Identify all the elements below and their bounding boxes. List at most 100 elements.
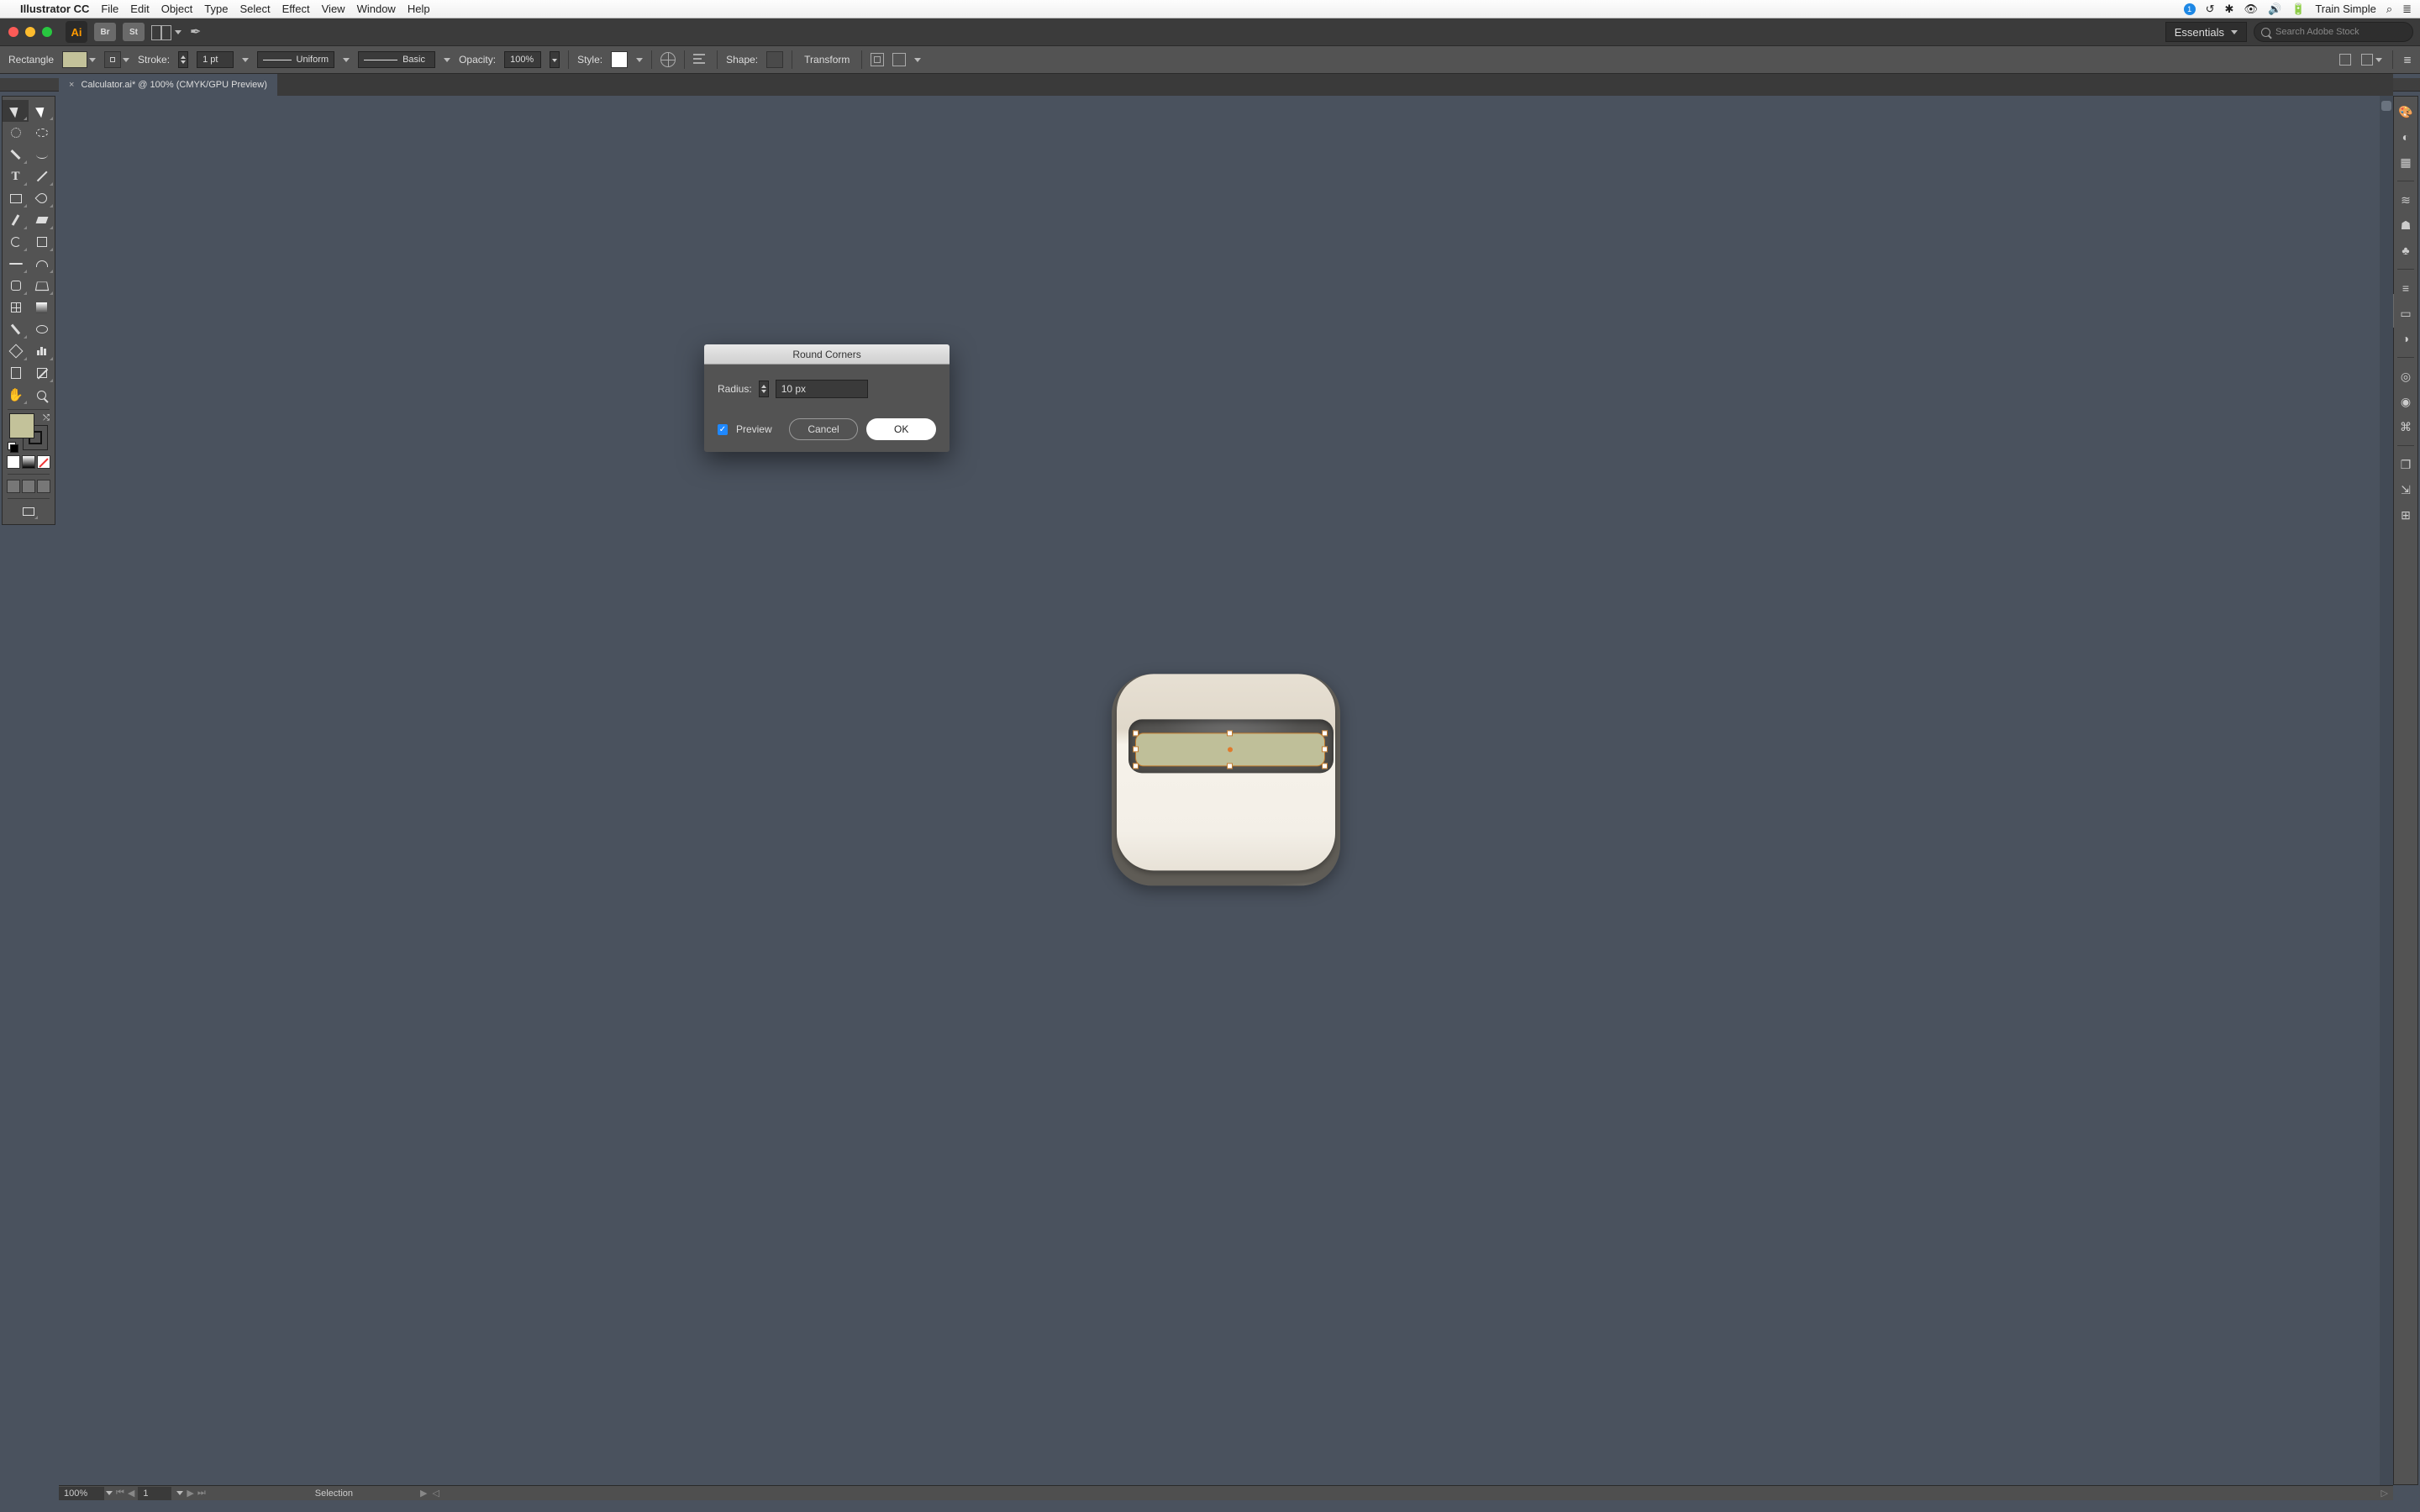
menu-edit[interactable]: Edit — [130, 3, 149, 15]
document-tab[interactable]: × Calculator.ai* @ 100% (CMYK/GPU Previe… — [59, 74, 277, 96]
opacity-field[interactable]: 100% — [504, 51, 541, 68]
pen-tool[interactable] — [3, 144, 29, 165]
lasso-tool[interactable] — [29, 122, 55, 144]
user-account[interactable]: Train Simple — [2315, 3, 2375, 15]
align-to-pixel-icon[interactable] — [2339, 54, 2351, 66]
pencil-tool[interactable] — [3, 209, 29, 231]
cc-sync-icon[interactable]: 1 — [2184, 3, 2196, 15]
bridge-button[interactable]: Br — [94, 23, 116, 41]
rectangle-tool[interactable] — [3, 187, 29, 209]
magic-wand-tool[interactable] — [3, 122, 29, 144]
gradient-tool[interactable] — [29, 297, 55, 318]
type-tool[interactable]: T — [3, 165, 29, 187]
menu-file[interactable]: File — [101, 3, 118, 15]
blend-tool[interactable] — [29, 318, 55, 340]
layers-panel-icon[interactable]: ❐ — [2397, 456, 2414, 473]
isolate-icon[interactable] — [871, 53, 884, 66]
curvature-tool[interactable] — [29, 144, 55, 165]
preview-label[interactable]: Preview — [736, 423, 772, 435]
stroke-swatch[interactable] — [104, 51, 121, 68]
brush-definition[interactable]: Basic — [358, 51, 435, 68]
clubs-panel-icon[interactable]: ♣ — [2397, 242, 2414, 259]
slice-tool[interactable] — [29, 362, 55, 384]
stroke-label[interactable]: Stroke: — [138, 54, 170, 66]
fill-color[interactable] — [9, 413, 34, 438]
arrange-documents[interactable] — [151, 25, 182, 39]
draw-behind-icon[interactable] — [22, 480, 35, 493]
menu-effect[interactable]: Effect — [282, 3, 310, 15]
gpu-icon[interactable]: ✒ — [190, 24, 201, 40]
brushes-panel-icon[interactable]: ≋ — [2397, 192, 2414, 208]
bluetooth-icon[interactable]: ✱ — [2225, 3, 2234, 16]
draw-normal-icon[interactable] — [7, 480, 20, 493]
swap-fill-stroke-icon[interactable]: ⤭ — [43, 413, 50, 423]
hand-tool[interactable]: ✋ — [3, 384, 29, 406]
default-fill-stroke-icon[interactable] — [8, 442, 16, 450]
fill-stroke-control[interactable]: ⤭ — [8, 413, 50, 450]
recolor-artwork-icon[interactable] — [660, 52, 676, 67]
shape-button[interactable]: Shape: — [726, 54, 758, 66]
width-tool[interactable] — [3, 253, 29, 275]
style-label[interactable]: Style: — [577, 54, 602, 66]
graphic-styles-panel-icon[interactable]: ◉ — [2397, 393, 2414, 410]
cc-libraries-panel-icon[interactable]: ⌘ — [2397, 418, 2414, 435]
gradient-mode-icon[interactable] — [22, 455, 35, 469]
artboard-number-field[interactable]: 1 — [138, 1487, 171, 1500]
asset-export-panel-icon[interactable]: ⇲ — [2397, 481, 2414, 498]
shape-props-icon[interactable] — [766, 51, 783, 68]
menu-window[interactable]: Window — [357, 3, 396, 15]
resize-handle[interactable] — [1133, 763, 1139, 769]
app-name[interactable]: Illustrator CC — [20, 3, 89, 15]
chevron-down-icon[interactable] — [106, 1491, 113, 1495]
radius-stepper[interactable] — [759, 381, 769, 397]
close-window[interactable] — [8, 27, 18, 37]
chevron-down-icon[interactable] — [636, 58, 643, 62]
menu-select[interactable]: Select — [239, 3, 270, 15]
free-transform-tool[interactable] — [29, 253, 55, 275]
direct-selection-tool[interactable] — [29, 100, 55, 122]
artboard-tool[interactable] — [3, 362, 29, 384]
symbol-sprayer-tool[interactable] — [3, 340, 29, 362]
minimize-window[interactable] — [25, 27, 35, 37]
resize-handle[interactable] — [1322, 730, 1328, 736]
resize-handle[interactable] — [1227, 730, 1233, 736]
chevron-down-icon[interactable] — [242, 58, 249, 62]
align-icon[interactable] — [693, 52, 708, 67]
appearance-panel-icon[interactable]: ◎ — [2397, 368, 2414, 385]
stock-button[interactable]: St — [123, 23, 145, 41]
resize-handle[interactable] — [1227, 763, 1233, 769]
edit-clip-icon[interactable] — [892, 53, 906, 66]
status-play-icon[interactable]: ▶ — [420, 1488, 427, 1499]
chevron-down-icon[interactable] — [176, 1491, 183, 1495]
eyedropper-tool[interactable] — [3, 318, 29, 340]
preview-checkbox[interactable]: ✓ — [718, 424, 728, 435]
line-segment-tool[interactable] — [29, 165, 55, 187]
first-artboard-icon[interactable]: ⏮ — [116, 1488, 124, 1499]
screen-mode-icon[interactable] — [18, 502, 39, 521]
chevron-down-icon[interactable] — [89, 58, 96, 62]
spotlight-icon[interactable]: ⌕ — [2386, 3, 2392, 16]
color-mode-icon[interactable] — [7, 455, 20, 469]
display-icon[interactable]: 👁 — [2244, 3, 2258, 16]
color-panel-icon[interactable]: 🎨 — [2397, 103, 2414, 120]
column-graph-tool[interactable] — [29, 340, 55, 362]
transform-panel-icon[interactable] — [2361, 54, 2382, 66]
control-menu-icon[interactable]: ≣ — [2403, 54, 2412, 66]
none-mode-icon[interactable] — [37, 455, 50, 469]
draw-inside-icon[interactable] — [37, 480, 50, 493]
resize-handle[interactable] — [1133, 746, 1139, 752]
opacity-label[interactable]: Opacity: — [459, 54, 496, 66]
chevron-down-icon[interactable] — [343, 58, 350, 62]
swatches-panel-icon[interactable]: ▦ — [2397, 154, 2414, 171]
chevron-down-icon[interactable] — [123, 58, 129, 62]
rotate-tool[interactable] — [3, 231, 29, 253]
close-tab-icon[interactable]: × — [69, 80, 74, 90]
transform-button[interactable]: Transform — [801, 54, 853, 66]
opacity-dropdown[interactable] — [550, 51, 560, 68]
notification-center-icon[interactable]: ≣ — [2402, 3, 2412, 16]
mesh-tool[interactable] — [3, 297, 29, 318]
variable-width-profile[interactable]: Uniform — [257, 51, 334, 68]
prev-artboard-icon[interactable]: ◀ — [128, 1488, 134, 1499]
center-point[interactable] — [1228, 747, 1233, 752]
resize-handle[interactable] — [1322, 746, 1328, 752]
